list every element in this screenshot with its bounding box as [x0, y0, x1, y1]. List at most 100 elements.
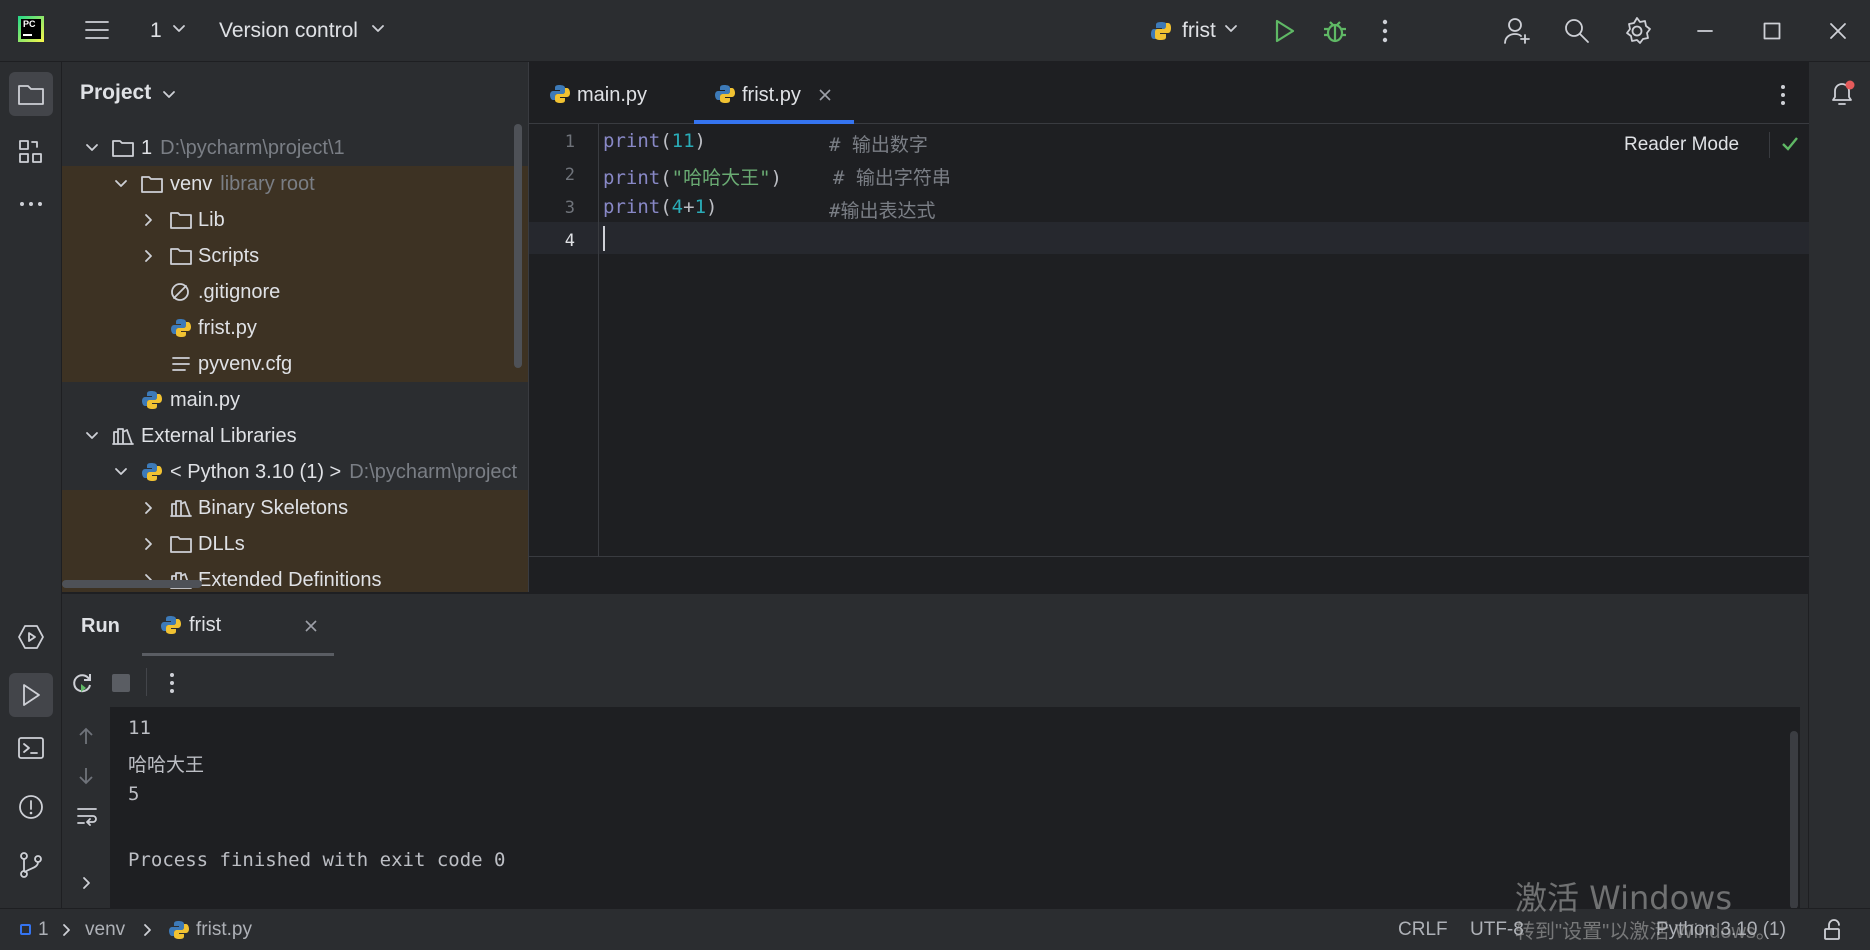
chevron-down-icon[interactable] — [162, 90, 176, 100]
check-icon[interactable] — [1781, 136, 1799, 152]
tree-row-frist-py[interactable]: frist.py — [62, 310, 528, 346]
code-number: 4 — [671, 196, 684, 218]
console-line: 5 — [128, 783, 140, 805]
rerun-icon[interactable] — [70, 671, 94, 695]
services-tool-button[interactable] — [9, 615, 53, 659]
scroll-down-icon[interactable] — [78, 766, 94, 786]
problems-tool-button[interactable] — [9, 785, 53, 829]
settings-gear-icon[interactable] — [1622, 16, 1652, 46]
chevron-right-icon[interactable] — [139, 202, 159, 238]
chevron-down-icon[interactable] — [111, 454, 131, 490]
current-line-highlight — [529, 222, 1809, 254]
run-config-selector[interactable]: frist — [1182, 19, 1216, 43]
editor-tabs: main.py frist.py — [529, 62, 1809, 124]
tree-row-lib[interactable]: Lib — [62, 202, 528, 238]
horizontal-scrollbar[interactable] — [62, 580, 202, 588]
console-scrollbar[interactable] — [1790, 731, 1798, 909]
chevron-down-icon[interactable] — [172, 24, 186, 34]
chevron-down-icon[interactable] — [111, 166, 131, 202]
python-file-icon — [142, 391, 162, 409]
tree-row-external-libraries[interactable]: External Libraries — [62, 418, 528, 454]
code-function: print — [603, 130, 661, 152]
breadcrumb-file[interactable]: frist.py — [196, 919, 252, 941]
chevron-right-icon[interactable] — [139, 238, 159, 274]
python-file-icon — [161, 616, 181, 634]
breadcrumb-project[interactable]: 1 — [38, 919, 49, 941]
module-icon — [20, 924, 31, 935]
line-separator-widget[interactable]: CRLF — [1398, 919, 1448, 941]
ignored-file-icon — [171, 283, 189, 301]
more-vertical-icon[interactable] — [1381, 18, 1389, 44]
run-outline-icon — [23, 684, 40, 706]
text-caret — [603, 226, 605, 251]
chevron-down-icon[interactable] — [371, 24, 385, 34]
tree-row-gitignore[interactable]: .gitignore — [62, 274, 528, 310]
chevron-right-icon[interactable] — [139, 490, 159, 526]
tree-label: pyvenv.cfg — [198, 353, 293, 375]
more-tools-button[interactable] — [9, 182, 53, 226]
close-window-icon[interactable] — [1829, 22, 1847, 40]
tree-row-pyvenv-cfg[interactable]: pyvenv.cfg — [62, 346, 528, 382]
more-vertical-icon[interactable] — [168, 672, 176, 694]
windows-activation-hint: 转到"设置"以激活 Windows。 — [1515, 921, 1776, 943]
git-branch-icon — [20, 852, 42, 878]
chevron-down-icon[interactable] — [82, 130, 102, 166]
chevron-right-icon[interactable] — [139, 526, 159, 562]
vertical-scrollbar[interactable] — [514, 124, 522, 368]
code-function: print — [603, 167, 661, 189]
project-panel-title[interactable]: Project — [80, 81, 151, 105]
version-control-menu[interactable]: Version control — [219, 19, 358, 43]
git-tool-button[interactable] — [9, 843, 53, 887]
chevron-down-icon[interactable] — [82, 418, 102, 454]
divider — [146, 668, 147, 696]
breadcrumb-venv[interactable]: venv — [85, 919, 125, 941]
code-line[interactable]: print(4+1) — [603, 196, 717, 218]
console-line: Process finished with exit code 0 — [128, 849, 506, 871]
tree-detail: library root — [220, 173, 315, 195]
line-number: 3 — [564, 198, 575, 218]
folder-icon — [170, 248, 192, 265]
close-tab-icon[interactable] — [305, 620, 317, 632]
tab-frist-py[interactable]: frist.py — [694, 62, 854, 124]
maximize-icon[interactable] — [1763, 22, 1781, 40]
code-line[interactable]: print(11) — [603, 130, 706, 152]
project-tool-button[interactable] — [9, 72, 53, 116]
tree-row-main-py[interactable]: main.py — [62, 382, 528, 418]
search-icon[interactable] — [1563, 17, 1591, 45]
notifications-bell-icon[interactable] — [1828, 80, 1856, 108]
line-number: 1 — [564, 132, 575, 152]
more-vertical-icon[interactable] — [1779, 84, 1787, 106]
run-icon[interactable] — [1272, 18, 1296, 44]
tree-label: Binary Skeletons — [198, 497, 349, 519]
tree-row-python-sdk[interactable]: < Python 3.10 (1) > D:\pycharm\project — [62, 454, 528, 490]
tree-row-project-root[interactable]: 1 D:\pycharm\project\1 — [62, 130, 528, 166]
tree-row-binary-skeletons[interactable]: Binary Skeletons — [62, 490, 528, 526]
code-line[interactable]: print("哈哈大王") — [603, 163, 782, 190]
lock-icon[interactable] — [1822, 919, 1844, 941]
soft-wrap-icon[interactable] — [76, 806, 98, 826]
windows-activation-watermark: 激活 Windows — [1515, 879, 1733, 917]
reader-mode-button[interactable]: Reader Mode — [1624, 134, 1739, 156]
debug-icon[interactable] — [1322, 17, 1348, 45]
terminal-tool-button[interactable] — [9, 726, 53, 770]
tree-row-dlls[interactable]: DLLs — [62, 526, 528, 562]
scroll-up-icon[interactable] — [78, 726, 94, 746]
add-user-icon[interactable] — [1503, 16, 1533, 46]
tree-row-venv[interactable]: venv library root — [62, 166, 528, 202]
python-file-icon — [715, 85, 735, 103]
main-menu-icon[interactable] — [84, 18, 110, 42]
chevron-down-icon[interactable] — [1224, 24, 1238, 34]
run-tool-button[interactable] — [9, 673, 53, 717]
project-switcher[interactable]: 1 — [150, 19, 162, 43]
stop-icon[interactable] — [112, 674, 130, 692]
chevron-right-icon — [62, 923, 72, 937]
tab-run-frist[interactable]: frist — [142, 594, 334, 656]
tree-row-scripts[interactable]: Scripts — [62, 238, 528, 274]
code-number: 11 — [671, 130, 695, 152]
tab-main-py[interactable]: main.py — [549, 62, 699, 124]
chevron-right-icon[interactable] — [82, 876, 92, 890]
minimize-icon[interactable] — [1697, 29, 1713, 33]
tab-label: frist.py — [742, 84, 801, 106]
structure-tool-button[interactable] — [9, 130, 53, 174]
close-tab-icon[interactable] — [819, 89, 831, 101]
